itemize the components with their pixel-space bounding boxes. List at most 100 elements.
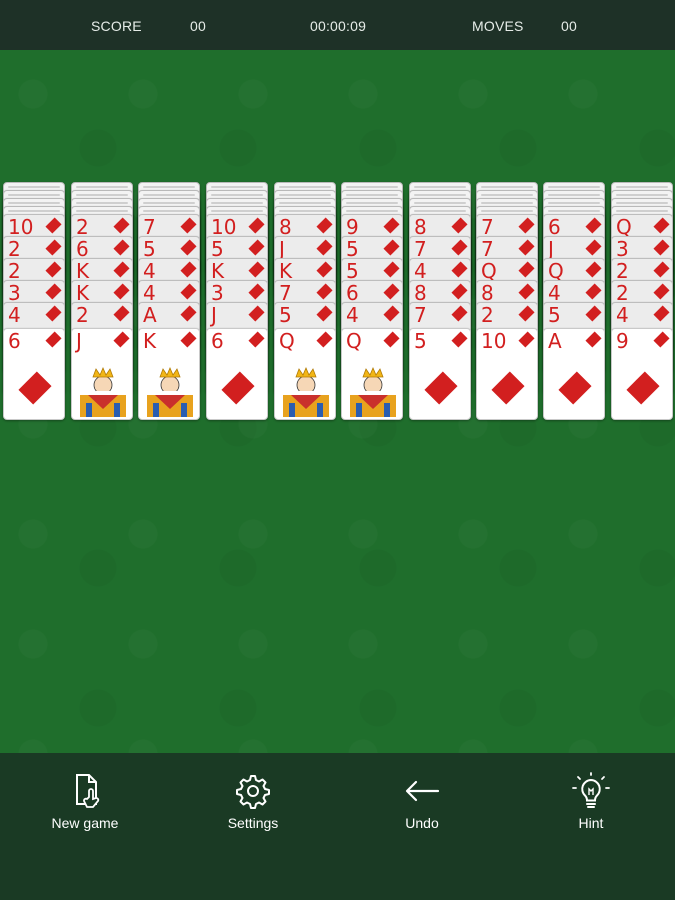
card-rank: 10 [481,329,507,353]
card-rank: 7 [143,215,156,239]
card-rank: 5 [548,303,561,327]
diamond-suit-icon [180,331,197,348]
diamond-suit-icon [248,261,265,278]
court-figure-icon [147,366,193,417]
top-card[interactable]: K [138,328,200,420]
diamond-suit-icon [653,283,670,300]
diamond-suit-icon [45,217,62,234]
diamond-suit-icon [585,305,602,322]
card-rank: J [279,237,285,261]
diamond-suit-icon [451,261,468,278]
card-rank: 4 [8,303,21,327]
card-rank: 7 [414,237,427,261]
card-rank: 3 [616,237,629,261]
diamond-suit-icon [518,239,535,256]
diamond-suit-icon [316,217,333,234]
diamond-suit-icon [585,261,602,278]
card-rank: 10 [211,215,237,239]
moves-value: 00 [561,18,577,34]
diamond-suit-icon [558,371,592,405]
diamond-suit-icon [113,305,130,322]
top-card[interactable]: J [71,328,133,420]
diamond-suit-icon [626,371,660,405]
diamond-suit-icon [113,283,130,300]
diamond-suit-icon [316,331,333,348]
top-card[interactable]: 5 [409,328,471,420]
diamond-suit-icon [451,239,468,256]
diamond-suit-icon [383,331,400,348]
card-rank: K [76,259,90,283]
diamond-suit-icon [653,239,670,256]
bottom-toolbar: New game Settings Undo Hint [0,753,675,900]
diamond-suit-icon [113,261,130,278]
top-status-bar: SCORE 00 00:00:09 MOVES 00 [0,0,675,50]
diamond-suit-icon [585,217,602,234]
top-card[interactable]: 6 [206,328,268,420]
card-rank: 4 [346,303,359,327]
card-rank: 6 [548,215,561,239]
diamond-suit-icon [316,261,333,278]
card-rank: 3 [211,281,224,305]
lightbulb-icon [572,772,610,808]
card-rank: 2 [76,215,89,239]
diamond-suit-icon [424,371,458,405]
card-rank: 4 [548,281,561,305]
diamond-suit-icon [316,283,333,300]
diamond-suit-icon [518,331,535,348]
card-rank: 7 [481,215,494,239]
moves-label: MOVES [472,18,524,34]
card-rank: 5 [143,237,156,261]
top-card[interactable]: 6 [3,328,65,420]
score-label: SCORE [91,18,142,34]
card-rank: Q [548,259,564,283]
top-card[interactable]: A [543,328,605,420]
diamond-suit-icon [383,261,400,278]
card-rank: A [143,303,157,327]
diamond-suit-icon [585,239,602,256]
card-rank: 5 [414,329,427,353]
diamond-suit-icon [180,217,197,234]
card-rank: 8 [481,281,494,305]
court-figure-icon [350,366,396,417]
arrow-left-icon [405,780,440,802]
card-rank: 8 [414,281,427,305]
settings-button[interactable]: Settings [198,771,308,841]
card-rank: K [211,259,225,283]
diamond-suit-icon [113,331,130,348]
card-rank: K [143,329,157,353]
card-rank: 2 [481,303,494,327]
undo-button[interactable]: Undo [367,771,477,841]
diamond-suit-icon [451,283,468,300]
card-rank: 5 [346,237,359,261]
timer: 00:00:09 [310,18,367,34]
card-rank: 6 [211,329,224,353]
top-card[interactable]: Q [341,328,403,420]
card-rank: 8 [279,215,292,239]
diamond-suit-icon [45,261,62,278]
diamond-suit-icon [653,331,670,348]
new-game-button[interactable]: New game [30,771,140,841]
diamond-suit-icon [585,331,602,348]
diamond-suit-icon [248,331,265,348]
card-rank: 2 [8,259,21,283]
card-rank: 4 [616,303,629,327]
top-card[interactable]: 10 [476,328,538,420]
diamond-suit-icon [316,305,333,322]
diamond-suit-icon [653,261,670,278]
card-rank: 9 [616,329,629,353]
hint-button[interactable]: Hint [536,771,646,841]
diamond-suit-icon [383,283,400,300]
top-card[interactable]: Q [274,328,336,420]
top-card[interactable]: 9 [611,328,673,420]
card-rank: 6 [8,329,21,353]
diamond-suit-icon [653,217,670,234]
diamond-suit-icon [248,305,265,322]
card-rank: A [548,329,562,353]
card-rank: K [279,259,293,283]
card-rank: 2 [8,237,21,261]
diamond-suit-icon [248,239,265,256]
diamond-suit-icon [180,305,197,322]
diamond-suit-icon [248,217,265,234]
card-rank: 9 [346,215,359,239]
card-rank: 5 [211,237,224,261]
